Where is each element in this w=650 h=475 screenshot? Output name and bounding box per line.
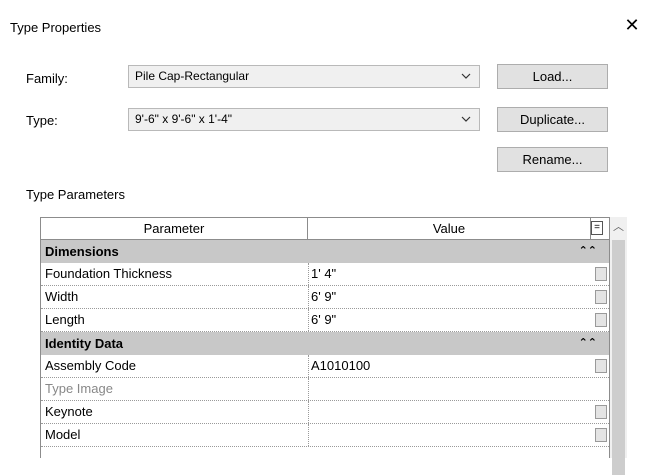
chevron-down-icon xyxy=(461,116,471,122)
param-value[interactable]: A1010100 xyxy=(308,355,590,377)
double-chevron-up-icon: ⌃⌃ xyxy=(578,245,597,257)
double-chevron-up-icon: ⌃⌃ xyxy=(578,337,597,349)
chevron-down-icon xyxy=(461,73,471,79)
group-name: Identity Data xyxy=(45,336,124,351)
scrollbar-thumb[interactable] xyxy=(612,240,625,475)
param-name: Assembly Code xyxy=(45,358,137,373)
grid-header: Parameter Value = xyxy=(40,217,610,240)
associate-parameter-button[interactable] xyxy=(595,267,607,281)
associate-parameter-button[interactable] xyxy=(595,428,607,442)
table-row[interactable]: Type Image xyxy=(41,378,609,401)
table-row[interactable]: Foundation Thickness 1' 4" xyxy=(41,263,609,286)
param-value[interactable]: 1' 4" xyxy=(308,263,590,285)
group-name: Dimensions xyxy=(45,244,119,259)
param-name: Keynote xyxy=(45,404,93,419)
param-value[interactable]: 6' 9" xyxy=(308,309,590,331)
param-name: Model xyxy=(45,427,81,442)
load-button[interactable]: Load... xyxy=(497,64,608,89)
column-equals-button[interactable]: = xyxy=(591,221,603,235)
vertical-scrollbar[interactable]: ︿ xyxy=(610,217,627,475)
associate-parameter-button[interactable] xyxy=(595,290,607,304)
table-row[interactable]: Keynote xyxy=(41,401,609,424)
type-value: 9'-6" x 9'-6" x 1'-4" xyxy=(135,112,233,126)
param-value[interactable] xyxy=(308,378,590,400)
table-row[interactable]: Width 6' 9" xyxy=(41,286,609,309)
family-dropdown[interactable]: Pile Cap-Rectangular xyxy=(128,65,480,88)
table-row[interactable]: Length 6' 9" xyxy=(41,309,609,332)
param-name: Width xyxy=(45,289,79,304)
type-parameters-label: Type Parameters xyxy=(26,187,125,202)
type-label: Type: xyxy=(26,113,58,128)
param-value[interactable] xyxy=(308,424,590,446)
dialog-title: Type Properties xyxy=(10,20,102,35)
type-dropdown[interactable]: 9'-6" x 9'-6" x 1'-4" xyxy=(128,108,480,131)
duplicate-button[interactable]: Duplicate... xyxy=(497,107,608,132)
table-row[interactable]: Model xyxy=(41,424,609,447)
parameter-grid: Dimensions ⌃⌃ Foundation Thickness 1' 4"… xyxy=(40,240,610,458)
value-column-header[interactable]: Value xyxy=(308,218,591,239)
associate-parameter-button[interactable] xyxy=(595,359,607,373)
param-value[interactable]: 6' 9" xyxy=(308,286,590,308)
param-name: Foundation Thickness xyxy=(45,266,172,281)
close-button[interactable]: ✕ xyxy=(619,12,645,38)
family-label: Family: xyxy=(26,71,68,86)
associate-parameter-button[interactable] xyxy=(595,313,607,327)
rename-button[interactable]: Rename... xyxy=(497,147,608,172)
parameter-column-header[interactable]: Parameter xyxy=(41,218,308,239)
table-row[interactable]: Assembly Code A1010100 xyxy=(41,355,609,378)
param-value[interactable] xyxy=(308,401,590,423)
param-name: Length xyxy=(45,312,85,327)
family-value: Pile Cap-Rectangular xyxy=(135,69,250,83)
group-header-dimensions[interactable]: Dimensions ⌃⌃ xyxy=(41,240,609,263)
group-header-identity-data[interactable]: Identity Data ⌃⌃ xyxy=(41,332,609,355)
associate-parameter-button[interactable] xyxy=(595,405,607,419)
close-icon: ✕ xyxy=(624,15,640,35)
scroll-up-icon[interactable]: ︿ xyxy=(610,219,627,236)
param-name: Type Image xyxy=(45,381,113,396)
